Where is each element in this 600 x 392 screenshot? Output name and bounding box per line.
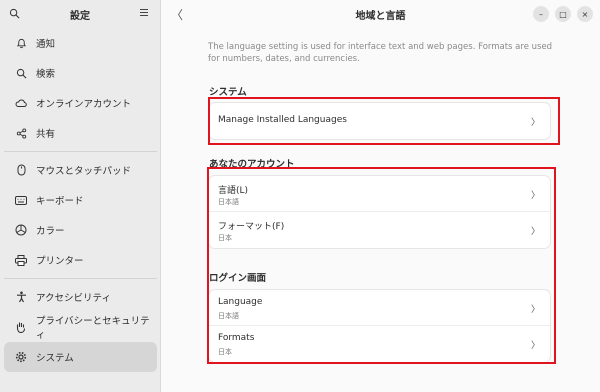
- sidebar-item-label: 検索: [36, 69, 56, 80]
- minimize-button[interactable]: –: [533, 6, 549, 22]
- row-value: 日本: [218, 234, 232, 242]
- cloud-icon: [15, 97, 27, 109]
- sidebar: 通知 検索 オンラインアカウント 共有 マウスとタッチパッド キーボード カラー…: [0, 0, 161, 392]
- sidebar-item-online-accounts[interactable]: オンラインアカウント: [4, 88, 157, 118]
- sidebar-title: 設定: [70, 11, 90, 22]
- close-button[interactable]: ×: [577, 6, 593, 22]
- account-card: 言語(L) 日本語 〉 フォーマット(F) 日本 〉: [209, 176, 550, 248]
- sidebar-item-system[interactable]: システム: [4, 342, 157, 372]
- bell-icon: [15, 37, 27, 49]
- sidebar-item-notifications[interactable]: 通知: [4, 28, 157, 58]
- sidebar-item-mouse[interactable]: マウスとタッチパッド: [4, 155, 157, 185]
- manage-languages-row[interactable]: Manage Installed Languages 〉: [209, 103, 550, 139]
- sidebar-item-keyboard[interactable]: キーボード: [4, 185, 157, 215]
- chevron-right-icon: 〉: [530, 227, 540, 237]
- hand-icon: [15, 321, 27, 333]
- sidebar-header: 設定: [0, 0, 160, 28]
- sidebar-item-label: キーボード: [36, 196, 84, 207]
- system-card: Manage Installed Languages 〉: [209, 103, 550, 139]
- chevron-right-icon: 〉: [530, 305, 540, 315]
- row-label: Manage Installed Languages: [218, 115, 347, 125]
- sidebar-item-privacy[interactable]: プライバシーとセキュリティ: [4, 312, 157, 342]
- accessibility-icon: [15, 291, 27, 303]
- sidebar-item-label: アクセシビリティ: [36, 293, 111, 304]
- sidebar-separator: [4, 151, 157, 152]
- section-title-system: システム: [209, 87, 247, 98]
- login-language-row[interactable]: Language 日本語 〉: [209, 290, 550, 326]
- sidebar-item-printers[interactable]: プリンター: [4, 245, 157, 275]
- login-card: Language 日本語 〉 Formats 日本 〉: [209, 290, 550, 362]
- row-value: 日本語: [218, 198, 239, 206]
- sidebar-item-label: システム: [36, 353, 74, 364]
- sidebar-item-color[interactable]: カラー: [4, 215, 157, 245]
- sidebar-item-label: マウスとタッチパッド: [36, 166, 132, 177]
- sidebar-item-label: 通知: [36, 39, 56, 50]
- login-formats-row[interactable]: Formats 日本 〉: [209, 326, 550, 362]
- share-icon: [15, 127, 27, 139]
- maximize-button[interactable]: □: [555, 6, 571, 22]
- search-icon: [15, 67, 27, 79]
- sidebar-item-label: プライバシーとセキュリティ: [35, 316, 150, 341]
- description-text: The language setting is used for interfa…: [208, 42, 553, 64]
- row-label: 言語(L): [218, 186, 249, 196]
- sidebar-item-accessibility[interactable]: アクセシビリティ: [4, 282, 157, 312]
- main-panel: 〈 地域と言語 – □ × The language setting is us…: [161, 0, 600, 392]
- sidebar-list: 通知 検索 オンラインアカウント 共有 マウスとタッチパッド キーボード カラー…: [0, 14, 160, 372]
- sidebar-item-label: カラー: [36, 226, 65, 237]
- printer-icon: [15, 254, 27, 266]
- row-label: フォーマット(F): [218, 222, 285, 232]
- chevron-right-icon: 〉: [530, 118, 540, 128]
- formats-row[interactable]: フォーマット(F) 日本 〉: [209, 212, 550, 248]
- chevron-right-icon: 〉: [530, 191, 540, 201]
- sidebar-item-label: 共有: [36, 129, 56, 140]
- sidebar-item-search[interactable]: 検索: [4, 58, 157, 88]
- hamburger-menu-icon[interactable]: [139, 8, 149, 18]
- main-header: 〈 地域と言語 – □ ×: [161, 0, 600, 28]
- row-label: Formats: [218, 333, 255, 343]
- row-value: 日本: [218, 348, 232, 356]
- sidebar-item-label: プリンター: [36, 256, 84, 267]
- sidebar-item-sharing[interactable]: 共有: [4, 118, 157, 148]
- sidebar-separator: [4, 278, 157, 279]
- mouse-icon: [15, 164, 27, 176]
- color-icon: [15, 224, 27, 236]
- keyboard-icon: [15, 194, 27, 206]
- section-title-account: あなたのアカウント: [209, 159, 295, 170]
- language-row[interactable]: 言語(L) 日本語 〉: [209, 176, 550, 212]
- chevron-right-icon: 〉: [530, 341, 540, 351]
- row-value: 日本語: [218, 312, 239, 320]
- gear-icon: [15, 351, 27, 363]
- section-title-login: ログイン画面: [209, 273, 267, 284]
- row-label: Language: [218, 297, 263, 307]
- sidebar-item-label: オンラインアカウント: [36, 99, 132, 110]
